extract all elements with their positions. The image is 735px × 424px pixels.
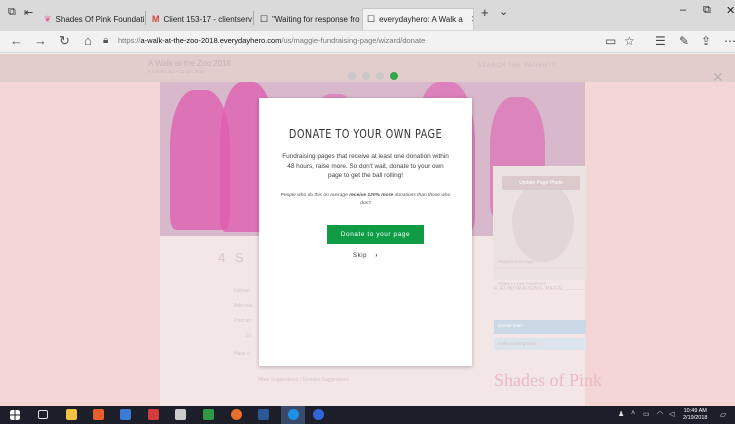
tab-label: Client 153-17 - clientservice: [163, 14, 253, 24]
close-tab-icon[interactable]: ✕: [471, 14, 473, 25]
volume-icon[interactable]: ◁: [669, 410, 674, 418]
tab-label: "Waiting for response from: [272, 14, 360, 24]
clock-time: 10:49 AM: [683, 408, 707, 414]
site-title[interactable]: A Walk at the Zoo 2018: [148, 59, 231, 68]
create-team-label: Create team: [498, 323, 523, 328]
url-path: /us/maggie-fundraising-page/wizard/donat…: [281, 36, 426, 45]
tab-shades-of-pink[interactable]: ❦ Shades Of Pink Foundation: [40, 8, 144, 30]
avatar-placeholder: [512, 182, 574, 262]
modal-note: People who do this on average receive 12…: [275, 192, 456, 207]
note-emphasis: receive 120% more: [349, 193, 394, 198]
tab-actions-icon[interactable]: ⧉: [8, 6, 16, 19]
donate-to-your-page-button[interactable]: Donate to your page: [327, 225, 424, 244]
invite-team-bar[interactable]: Invite existing team: [494, 338, 586, 350]
suggestion-item[interactable]: Add exa: [234, 303, 252, 309]
url-domain: a-walk-at-the-zoo-2018.everydayhero.com: [140, 36, 282, 45]
sidebar-row[interactable]: Support this Page: [494, 256, 586, 268]
update-page-photo-button[interactable]: Update Page Photo: [502, 176, 580, 190]
note-text: People who do this on average: [280, 193, 348, 198]
suggestions-heading: 4 S: [218, 250, 247, 265]
forward-arrow-icon[interactable]: →: [34, 33, 47, 48]
step-dot: [362, 72, 370, 80]
action-center-icon[interactable]: ▱: [720, 410, 726, 419]
step-dot-active: [390, 72, 398, 80]
refresh-icon[interactable]: ↻: [59, 33, 70, 49]
favorite-star-icon[interactable]: ☆: [624, 34, 635, 48]
start-button-icon[interactable]: [10, 410, 20, 420]
tab-client-email[interactable]: M Client 153-17 - clientservice: [148, 8, 252, 30]
wifi-icon[interactable]: ◠: [657, 410, 663, 418]
share-icon[interactable]: ⇪: [701, 34, 711, 48]
donate-modal: DONATE TO YOUR OWN PAGE Fundraising page…: [259, 98, 472, 366]
modal-body-text: Fundraising pages that receive at least …: [282, 153, 449, 179]
suggestion-item[interactable]: Dr: [246, 333, 251, 339]
word-icon[interactable]: [258, 409, 269, 420]
suggestion-item[interactable]: Post an: [234, 318, 251, 324]
skip-link[interactable]: Skip ›: [259, 253, 472, 259]
home-icon[interactable]: ⌂: [84, 33, 92, 48]
address-bar: ← → ↻ ⌂ 🔒︎ https://a-walk-at-the-zoo-201…: [0, 31, 735, 53]
wizard-steps: [348, 72, 398, 80]
sidebar-row[interactable]: Share to your Facebook: [494, 278, 586, 290]
skip-label: Skip: [353, 253, 368, 259]
edge-active-slot[interactable]: [281, 406, 305, 424]
header-links[interactable]: SEARCH THE PATIENTS: [478, 63, 556, 69]
suggestion-item[interactable]: Upload: [234, 288, 250, 294]
calculator-icon[interactable]: [175, 409, 186, 420]
paint-app-icon[interactable]: [93, 409, 104, 420]
people-icon[interactable]: ♟: [618, 410, 624, 418]
lock-icon: 🔒︎: [103, 35, 109, 46]
back-arrow-icon[interactable]: ←: [10, 33, 23, 48]
web-note-pen-icon[interactable]: ✎: [679, 34, 689, 48]
minimize-icon[interactable]: –: [680, 4, 686, 16]
cortana-app-icon[interactable]: [313, 409, 324, 420]
pink-foundation-icon: ❦: [44, 13, 52, 24]
suggestion-item[interactable]: Have a: [234, 351, 250, 357]
close-window-icon[interactable]: ✕: [726, 4, 735, 17]
site-subtitle: 8 months ago • 30 Jan 2018: [148, 69, 205, 74]
create-team-bar[interactable]: Create team: [494, 320, 586, 334]
task-view-icon[interactable]: [38, 410, 48, 419]
page-icon: ☐: [367, 14, 376, 24]
favorites-hub-icon[interactable]: ☰: [655, 34, 666, 48]
step-dot: [376, 72, 384, 80]
step-dot: [348, 72, 356, 80]
url-prefix: https://: [118, 36, 141, 45]
page-overlay: A Walk at the Zoo 2018 8 months ago • 30…: [0, 54, 735, 406]
shades-of-pink-logo: Shades of Pink: [494, 370, 602, 390]
firefox-icon[interactable]: [231, 409, 242, 420]
clock-date: 2/19/2018: [683, 414, 708, 421]
url-field[interactable]: https://a-walk-at-the-zoo-2018.everydayh…: [118, 36, 425, 45]
invite-team-label: Invite existing team: [498, 341, 537, 346]
tab-preview-chevron-icon[interactable]: ⌄: [499, 5, 508, 18]
new-tab-icon[interactable]: +: [481, 5, 489, 20]
set-aside-tabs-icon[interactable]: ⇤: [24, 6, 33, 19]
modal-title: DONATE TO YOUR OWN PAGE: [288, 127, 443, 141]
more-dots-icon[interactable]: ⋯: [724, 34, 735, 48]
reading-view-icon[interactable]: ▭: [605, 34, 616, 48]
maximize-icon[interactable]: ⧉: [703, 4, 711, 17]
tab-everydayhero[interactable]: ☐ everydayhero: A Walk a ✕: [362, 8, 474, 30]
close-overlay-icon[interactable]: ✕: [712, 69, 724, 86]
show-hidden-icons-icon[interactable]: ˄: [631, 410, 635, 417]
tab-label: Shades Of Pink Foundation: [55, 14, 144, 24]
page-icon: ☐: [260, 13, 269, 24]
battery-icon[interactable]: ▭: [643, 410, 650, 418]
file-explorer-icon[interactable]: [66, 409, 77, 420]
mail-app-icon[interactable]: [120, 409, 131, 420]
tab-label: everydayhero: A Walk a: [379, 15, 463, 24]
more-suggestions-link[interactable]: More Suggestions / Dismiss Suggestions: [258, 377, 349, 383]
chevron-right-icon: ›: [375, 253, 378, 259]
windows-taskbar: ♟ ˄ ▭ ◠ ◁ 10:49 AM 2/19/2018 ▱: [0, 406, 735, 424]
spreadsheet-app-icon[interactable]: [203, 409, 214, 420]
browser-tab-bar: ⧉ ⇤ ❦ Shades Of Pink Foundation M Client…: [0, 0, 735, 31]
system-clock[interactable]: 10:49 AM 2/19/2018: [683, 408, 707, 421]
gmail-icon: M: [152, 14, 160, 24]
tab-waiting-response[interactable]: ☐ "Waiting for response from: [256, 8, 360, 30]
security-app-icon[interactable]: [148, 409, 159, 420]
